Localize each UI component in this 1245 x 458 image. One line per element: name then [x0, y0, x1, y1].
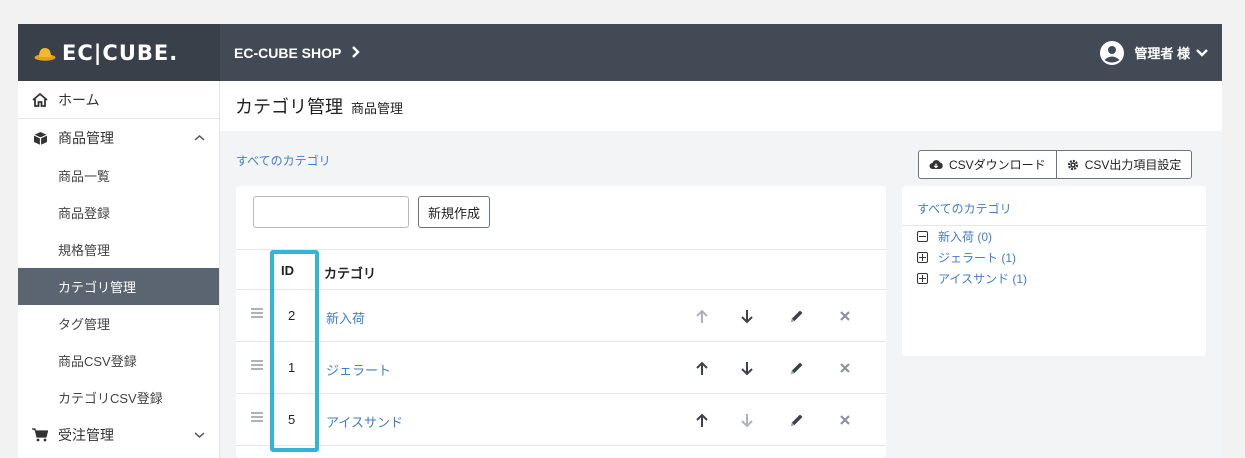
csv-settings-button[interactable]: CSV出力項目設定	[1055, 151, 1192, 178]
arrow-up-icon[interactable]	[691, 409, 713, 431]
sidebar-item-home[interactable]: ホーム	[18, 81, 219, 119]
category-tree-card: すべてのカテゴリ 新入荷 (0) ジェラート (1) アイスサンド (1)	[902, 186, 1206, 356]
user-menu[interactable]: 管理者 様	[1100, 24, 1208, 81]
chevron-down-icon	[194, 428, 205, 442]
expand-icon[interactable]	[917, 273, 928, 284]
tree-item-label: ジェラート (1)	[938, 251, 1017, 265]
csv-settings-label: CSV出力項目設定	[1084, 158, 1182, 172]
sidebar-item-category-csv[interactable]: カテゴリCSV登録	[18, 379, 219, 416]
category-name-link[interactable]: アイスサンド	[326, 412, 403, 431]
chevron-right-icon	[351, 45, 361, 61]
drag-handle-icon[interactable]	[251, 308, 263, 318]
sidebar-group-product[interactable]: 商品管理	[18, 119, 219, 157]
page-title-bar: カテゴリ管理 商品管理	[220, 81, 1222, 131]
new-category-row: 新規作成	[236, 186, 886, 250]
create-button[interactable]: 新規作成	[418, 196, 491, 228]
home-icon	[32, 92, 48, 108]
tree-item[interactable]: 新入荷 (0)	[902, 226, 1206, 247]
page-title: カテゴリ管理	[235, 97, 343, 117]
arrow-down-icon[interactable]	[736, 357, 758, 379]
drag-handle-icon[interactable]	[251, 360, 263, 370]
tree-item[interactable]: アイスサンド (1)	[902, 268, 1206, 289]
tree-item-label: アイスサンド (1)	[938, 272, 1028, 286]
app-frame: EC|CUBE. EC-CUBE SHOP 管理者 様 ホーム 商品管理 商品一…	[18, 24, 1222, 458]
cube-icon	[32, 130, 48, 146]
pencil-icon[interactable]	[786, 357, 808, 379]
category-list-card: 新規作成 ID カテゴリ 2 新入荷 1 ジェラート 5 アイスサンド	[236, 186, 886, 458]
arrow-up-icon[interactable]	[691, 357, 713, 379]
drag-handle-icon[interactable]	[251, 412, 263, 422]
close-icon[interactable]	[834, 357, 856, 379]
sidebar-item-category[interactable]: カテゴリ管理	[18, 268, 219, 305]
user-avatar-icon	[1100, 40, 1125, 65]
pencil-icon[interactable]	[786, 409, 808, 431]
user-name: 管理者 様	[1134, 46, 1190, 61]
chevron-up-icon	[194, 131, 205, 145]
close-icon[interactable]	[834, 409, 856, 431]
sidebar-group-label: 商品管理	[58, 130, 114, 146]
table-row: 2 新入荷	[236, 290, 886, 342]
cloud-download-icon	[929, 160, 943, 169]
table-header: ID カテゴリ	[236, 250, 886, 290]
page-subtitle: 商品管理	[351, 101, 404, 116]
sidebar-group-label: 受注管理	[58, 427, 114, 443]
sidebar: ホーム 商品管理 商品一覧 商品登録 規格管理 カテゴリ管理 タグ管理 商品CS…	[18, 81, 220, 458]
sidebar-item-label: ホーム	[58, 91, 100, 108]
sidebar-item-product-list[interactable]: 商品一覧	[18, 157, 219, 194]
tree-root-link[interactable]: すべてのカテゴリ	[902, 186, 1206, 226]
pencil-icon[interactable]	[786, 305, 808, 327]
arrow-down-icon[interactable]	[736, 409, 758, 431]
csv-button-group: CSVダウンロード CSV出力項目設定	[918, 150, 1193, 179]
arrow-up-icon[interactable]	[691, 305, 713, 327]
close-icon[interactable]	[834, 305, 856, 327]
tree-item[interactable]: ジェラート (1)	[902, 247, 1206, 268]
table-row: 1 ジェラート	[236, 342, 886, 394]
csv-download-button[interactable]: CSVダウンロード	[919, 151, 1056, 178]
new-category-input[interactable]	[253, 196, 409, 228]
gear-icon	[1067, 159, 1078, 170]
csv-download-label: CSVダウンロード	[949, 158, 1046, 172]
sidebar-group-order[interactable]: 受注管理	[18, 416, 219, 454]
cart-icon	[32, 427, 48, 443]
breadcrumb[interactable]: すべてのカテゴリ	[236, 152, 331, 169]
expand-icon[interactable]	[917, 252, 928, 263]
collapse-icon[interactable]	[917, 231, 928, 242]
category-name-link[interactable]: 新入荷	[326, 308, 365, 327]
logo[interactable]: EC|CUBE.	[18, 24, 220, 81]
sidebar-item-product-csv[interactable]: 商品CSV登録	[18, 342, 219, 379]
sidebar-item-class[interactable]: 規格管理	[18, 231, 219, 268]
sidebar-item-tag[interactable]: タグ管理	[18, 305, 219, 342]
category-name-link[interactable]: ジェラート	[326, 360, 391, 379]
tree-item-label: 新入荷 (0)	[938, 230, 993, 244]
sidebar-item-product-register[interactable]: 商品登録	[18, 194, 219, 231]
id-column-highlight	[270, 250, 319, 452]
shop-name: EC-CUBE SHOP	[234, 44, 342, 61]
column-header-category: カテゴリ	[324, 266, 377, 281]
top-header: EC|CUBE. EC-CUBE SHOP 管理者 様	[18, 24, 1222, 81]
arrow-down-icon[interactable]	[736, 305, 758, 327]
chevron-down-icon	[1196, 45, 1208, 60]
table-row: 5 アイスサンド	[236, 394, 886, 446]
logo-text: EC|CUBE.	[62, 40, 179, 65]
shop-link[interactable]: EC-CUBE SHOP	[234, 24, 361, 81]
hat-icon	[34, 45, 56, 61]
